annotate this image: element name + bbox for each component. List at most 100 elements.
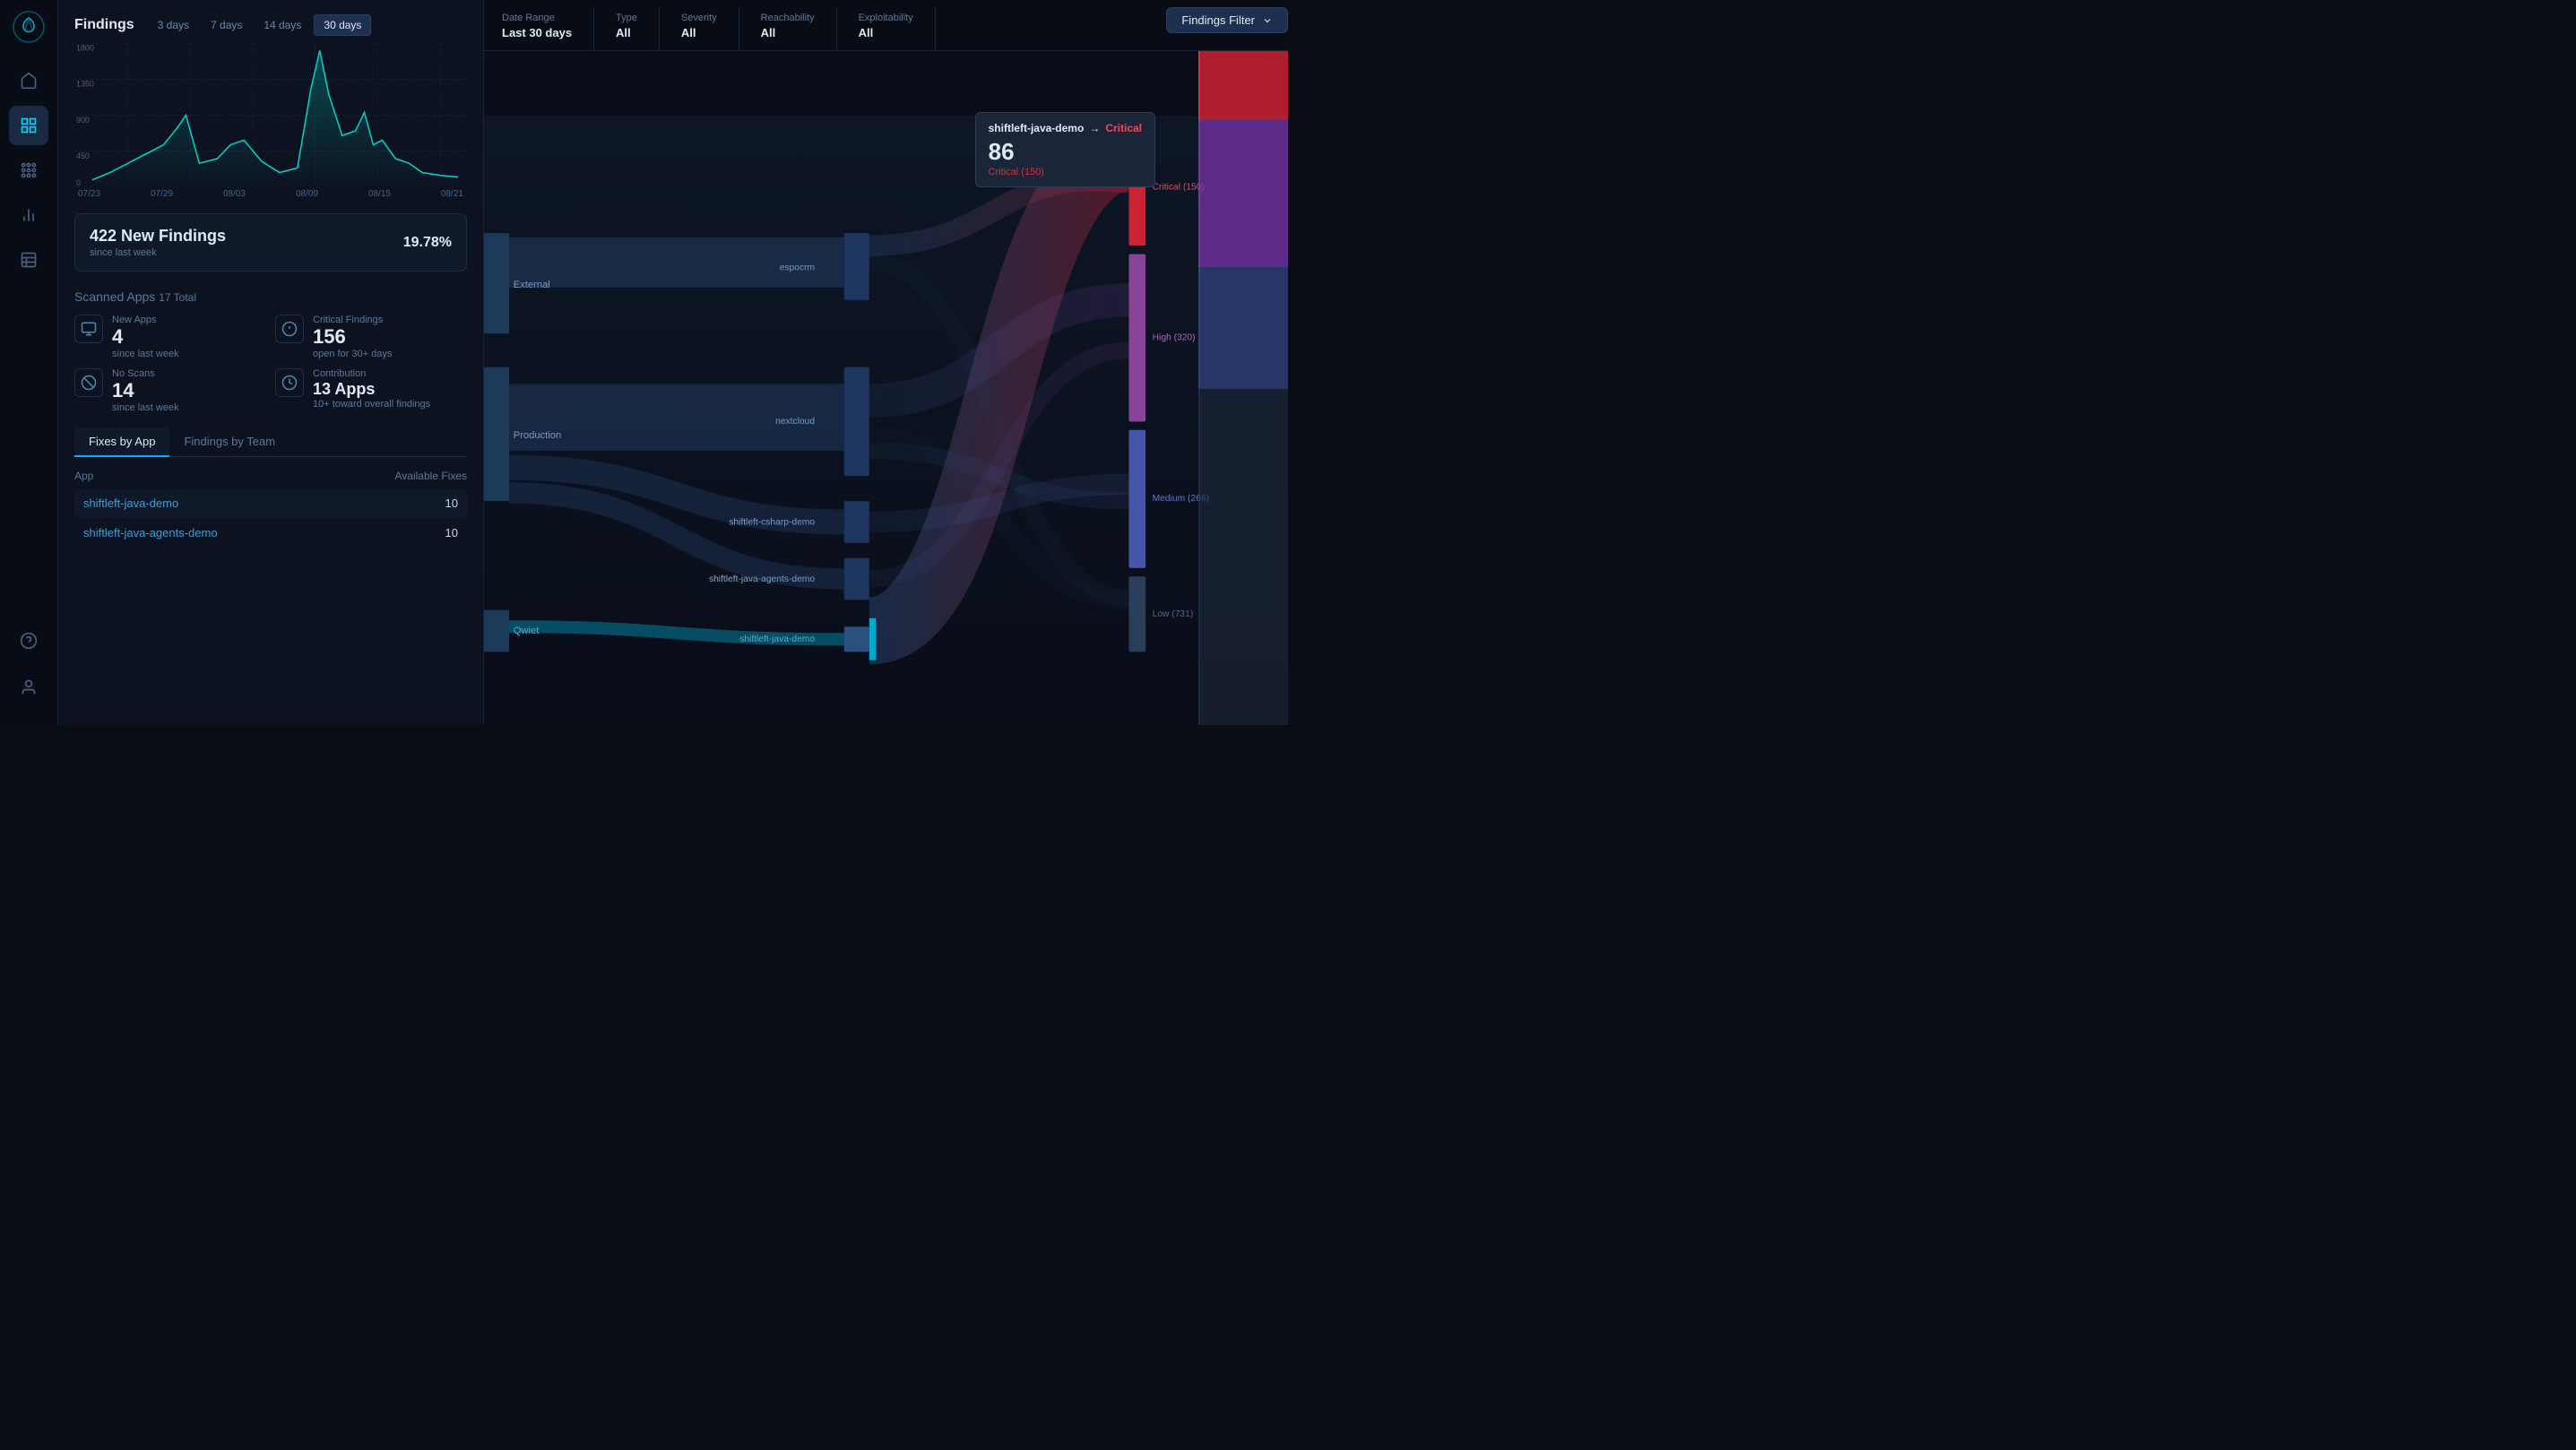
contribution-label: Contribution — [313, 368, 430, 379]
new-apps-sub: since last week — [112, 349, 179, 359]
critical-value: 156 — [313, 327, 392, 347]
scanned-item-critical: Critical Findings 156 open for 30+ days — [275, 315, 467, 359]
svg-text:450: 450 — [76, 151, 90, 160]
app-link-1[interactable]: shiftleft-java-demo — [83, 496, 178, 510]
sidebar-item-home[interactable] — [9, 61, 48, 100]
severity-label: Severity — [681, 13, 717, 23]
chevron-down-icon — [1262, 15, 1273, 26]
exploitability-value: All — [859, 26, 913, 39]
contribution-icon — [275, 368, 304, 397]
severity-bars — [1198, 51, 1288, 725]
col-fixes: Available Fixes — [395, 470, 467, 482]
sidebar-item-analytics[interactable] — [9, 195, 48, 235]
node-critical: Critical (150) — [1153, 183, 1205, 193]
findings-header: Findings 3 days 7 days 14 days 30 days — [58, 0, 483, 43]
tooltip-app: shiftleft-java-demo — [989, 122, 1085, 134]
no-scans-sub: since last week — [112, 402, 179, 413]
no-scans-label: No Scans — [112, 368, 179, 379]
critical-sub: open for 30+ days — [313, 349, 392, 359]
scanned-grid: New Apps 4 since last week Critical F — [74, 315, 467, 413]
chart-x-labels: 07/23 07/29 08/03 08/09 08/15 08/21 — [74, 189, 467, 199]
time-tabs: 3 days 7 days 14 days 30 days — [149, 14, 372, 36]
scanned-item-contribution: Contribution 13 Apps 10+ toward overall … — [275, 368, 467, 413]
fixes-value-1: 10 — [445, 496, 458, 510]
col-app: App — [74, 470, 93, 482]
table-row: shiftleft-java-demo 10 — [74, 489, 467, 517]
sidebar-bottom — [9, 621, 48, 714]
filter-exploitability[interactable]: Exploitability All — [837, 7, 936, 50]
left-panel: Findings 3 days 7 days 14 days 30 days 1… — [58, 0, 484, 725]
tab-findings-by-team[interactable]: Findings by Team — [169, 427, 290, 457]
sidebar-item-apps[interactable] — [9, 151, 48, 190]
contribution-value: 13 Apps — [313, 381, 430, 397]
fixes-value-2: 10 — [445, 526, 458, 539]
filter-date-range[interactable]: Date Range Last 30 days — [502, 7, 594, 50]
sankey-svg: External Production Qwiet espocrm nextcl… — [484, 51, 1288, 725]
stats-card: 422 New Findings since last week 19.78% — [74, 213, 467, 272]
sankey-tooltip: shiftleft-java-demo → Critical 86 Critic… — [975, 112, 1155, 187]
exploitability-label: Exploitability — [859, 13, 913, 23]
filter-reachability[interactable]: Reachability All — [739, 7, 837, 50]
tab-14days[interactable]: 14 days — [255, 14, 310, 36]
reachability-label: Reachability — [761, 13, 815, 23]
no-scans-value: 14 — [112, 381, 179, 401]
type-label: Type — [616, 13, 637, 23]
scanned-section: Scanned Apps 17 Total New Apps 4 since l… — [58, 281, 483, 419]
tab-7days[interactable]: 7 days — [202, 14, 251, 36]
tab-30days[interactable]: 30 days — [314, 14, 371, 36]
filter-severity[interactable]: Severity All — [660, 7, 739, 50]
fixes-section: Fixes by App Findings by Team App Availa… — [58, 419, 483, 725]
tooltip-label: Critical (150) — [989, 167, 1142, 177]
app-container: Findings 3 days 7 days 14 days 30 days 1… — [0, 0, 1288, 725]
sidebar-item-dashboard[interactable] — [9, 106, 48, 145]
tooltip-severity: Critical — [1105, 122, 1142, 134]
reachability-value: All — [761, 26, 815, 39]
new-findings-value: 422 New Findings — [90, 227, 226, 246]
tooltip-value: 86 — [989, 140, 1142, 163]
since-label: since last week — [90, 247, 226, 258]
svg-text:0: 0 — [76, 178, 81, 186]
fixes-table: App Available Fixes shiftleft-java-demo … — [74, 466, 467, 548]
sidebar-item-findings[interactable] — [9, 240, 48, 280]
tooltip-arrow: → — [1089, 122, 1100, 134]
tab-3days[interactable]: 3 days — [149, 14, 198, 36]
tab-fixes-by-app[interactable]: Fixes by App — [74, 427, 169, 457]
critical-label: Critical Findings — [313, 315, 392, 325]
svg-text:900: 900 — [76, 116, 90, 125]
severity-value: All — [681, 26, 717, 39]
sidebar-item-help[interactable] — [9, 621, 48, 660]
sidebar-nav — [9, 61, 48, 614]
findings-filter-button[interactable]: Findings Filter — [1166, 7, 1288, 33]
findings-filter-label: Findings Filter — [1181, 13, 1255, 27]
app-link-2[interactable]: shiftleft-java-agents-demo — [83, 526, 218, 539]
new-apps-label: New Apps — [112, 315, 179, 325]
node-high: High (320) — [1153, 333, 1196, 343]
scanned-item-new-apps: New Apps 4 since last week — [74, 315, 266, 359]
fixes-tabs: Fixes by App Findings by Team — [74, 427, 467, 457]
no-scans-icon — [74, 368, 103, 397]
fixes-table-header: App Available Fixes — [74, 466, 467, 486]
date-range-label: Date Range — [502, 13, 572, 23]
table-row: shiftleft-java-agents-demo 10 — [74, 519, 467, 547]
new-apps-value: 4 — [112, 327, 179, 347]
sidebar — [0, 0, 58, 725]
percentage-value: 19.78% — [403, 235, 452, 251]
scanned-title: Scanned Apps 17 Total — [74, 289, 467, 304]
critical-icon — [275, 315, 304, 343]
viz-area: External Production Qwiet espocrm nextcl… — [484, 51, 1288, 725]
scanned-item-no-scans: No Scans 14 since last week — [74, 368, 266, 413]
svg-text:1800: 1800 — [76, 43, 94, 52]
date-range-value: Last 30 days — [502, 26, 572, 39]
top-filters: Date Range Last 30 days Type All Severit… — [484, 0, 1288, 51]
node-low: Low (731) — [1153, 609, 1194, 619]
new-apps-icon — [74, 315, 103, 343]
svg-text:1350: 1350 — [76, 79, 94, 88]
main-content: Date Range Last 30 days Type All Severit… — [484, 0, 1288, 725]
logo[interactable] — [13, 11, 45, 43]
chart-container: 1800 1350 900 450 0 — [58, 43, 483, 204]
sidebar-item-user[interactable] — [9, 668, 48, 707]
type-value: All — [616, 26, 637, 39]
contribution-sub: 10+ toward overall findings — [313, 399, 430, 410]
findings-title: Findings — [74, 17, 134, 33]
filter-type[interactable]: Type All — [594, 7, 660, 50]
